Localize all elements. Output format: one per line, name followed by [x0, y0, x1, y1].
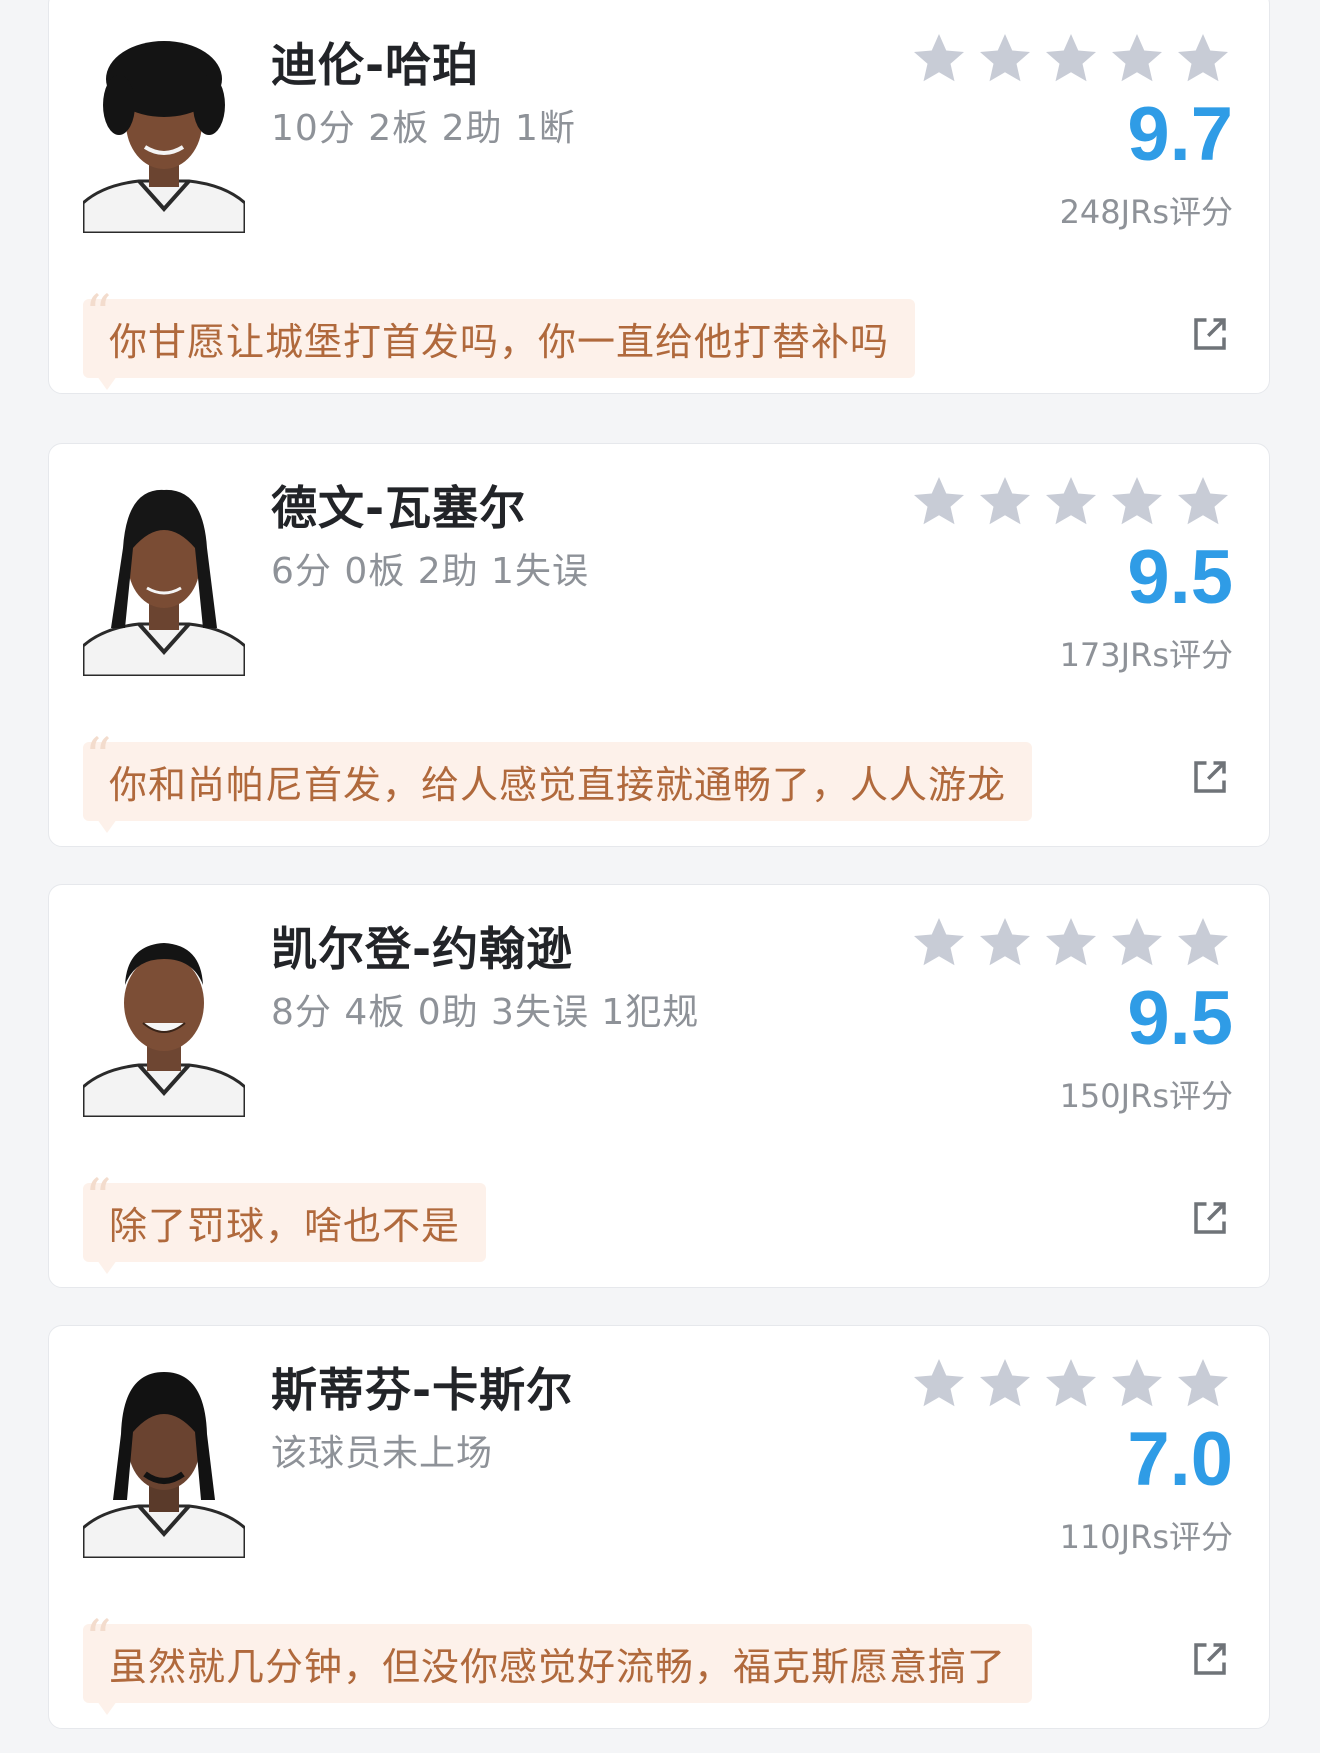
- player-score: 9.5: [1127, 976, 1233, 1061]
- rater-count: 110JRs评分: [1059, 1518, 1233, 1556]
- player-card[interactable]: 迪伦-哈珀 10分 2板 2助 1断 9.7 248JRs评分 “ 你甘愿让城堡…: [48, 0, 1270, 394]
- star-icon[interactable]: [1041, 1354, 1101, 1414]
- player-avatar: [83, 1360, 245, 1558]
- rater-count: 173JRs评分: [1059, 636, 1233, 674]
- star-icon[interactable]: [1107, 472, 1167, 532]
- player-ratings-page: 迪伦-哈珀 10分 2板 2助 1断 9.7 248JRs评分 “ 你甘愿让城堡…: [0, 0, 1320, 1753]
- player-score: 9.7: [1127, 92, 1233, 177]
- rater-count: 150JRs评分: [1059, 1077, 1233, 1115]
- player-card[interactable]: 德文-瓦塞尔 6分 0板 2助 1失误 9.5 173JRs评分 “ 你和尚帕尼…: [48, 443, 1270, 847]
- star-icon[interactable]: [1173, 1354, 1233, 1414]
- star-icon[interactable]: [1041, 913, 1101, 973]
- star-icon[interactable]: [1173, 472, 1233, 532]
- star-icon[interactable]: [909, 472, 969, 532]
- share-external-icon[interactable]: [1189, 756, 1231, 798]
- comment-text: 你和尚帕尼首发，给人感觉直接就通畅了，人人游龙: [109, 763, 1007, 807]
- share-external-icon[interactable]: [1189, 1638, 1231, 1680]
- top-comment[interactable]: “ 虽然就几分钟，但没你感觉好流畅，福克斯愿意搞了: [83, 1614, 1033, 1715]
- star-icon[interactable]: [1173, 913, 1233, 973]
- star-icon[interactable]: [909, 29, 969, 89]
- star-icon[interactable]: [1107, 29, 1167, 89]
- star-icon[interactable]: [975, 1354, 1035, 1414]
- star-icon[interactable]: [909, 913, 969, 973]
- player-avatar: [83, 478, 245, 676]
- player-stats: 8分 4板 0助 3失误 1犯规: [271, 992, 700, 1033]
- comment-text: 除了罚球，啥也不是: [109, 1204, 461, 1248]
- player-card[interactable]: 斯蒂芬-卡斯尔 该球员未上场 7.0 110JRs评分 “ 虽然就几分钟，但没你…: [48, 1325, 1270, 1729]
- comment-text: 你甘愿让城堡打首发吗，你一直给他打替补吗: [109, 320, 890, 364]
- star-rating[interactable]: [909, 913, 1233, 973]
- quote-mark-icon: “: [85, 285, 113, 345]
- star-icon[interactable]: [1107, 913, 1167, 973]
- player-stats: 6分 0板 2助 1失误: [271, 551, 589, 592]
- player-name: 德文-瓦塞尔: [271, 481, 527, 535]
- star-icon[interactable]: [1173, 29, 1233, 89]
- quote-mark-icon: “: [85, 1610, 113, 1670]
- player-name: 斯蒂芬-卡斯尔: [271, 1363, 574, 1417]
- star-rating[interactable]: [909, 29, 1233, 89]
- player-card[interactable]: 凯尔登-约翰逊 8分 4板 0助 3失误 1犯规 9.5 150JRs评分 “ …: [48, 884, 1270, 1288]
- player-stats: 该球员未上场: [271, 1433, 494, 1474]
- comment-text: 虽然就几分钟，但没你感觉好流畅，福克斯愿意搞了: [109, 1645, 1007, 1689]
- player-name: 迪伦-哈珀: [271, 38, 480, 92]
- share-external-icon[interactable]: [1189, 313, 1231, 355]
- top-comment[interactable]: “ 你甘愿让城堡打首发吗，你一直给他打替补吗: [83, 289, 916, 390]
- star-rating[interactable]: [909, 472, 1233, 532]
- player-stats: 10分 2板 2助 1断: [271, 108, 576, 149]
- star-icon[interactable]: [975, 472, 1035, 532]
- player-avatar: [83, 919, 245, 1117]
- star-icon[interactable]: [975, 29, 1035, 89]
- star-icon[interactable]: [1041, 29, 1101, 89]
- quote-mark-icon: “: [85, 728, 113, 788]
- share-external-icon[interactable]: [1189, 1197, 1231, 1239]
- top-comment[interactable]: “ 你和尚帕尼首发，给人感觉直接就通畅了，人人游龙: [83, 732, 1033, 833]
- star-icon[interactable]: [909, 1354, 969, 1414]
- star-icon[interactable]: [975, 913, 1035, 973]
- quote-mark-icon: “: [85, 1169, 113, 1229]
- player-avatar: [83, 35, 245, 233]
- player-name: 凯尔登-约翰逊: [271, 922, 574, 976]
- player-score: 7.0: [1127, 1417, 1233, 1502]
- player-score: 9.5: [1127, 535, 1233, 620]
- star-icon[interactable]: [1041, 472, 1101, 532]
- star-rating[interactable]: [909, 1354, 1233, 1414]
- star-icon[interactable]: [1107, 1354, 1167, 1414]
- rater-count: 248JRs评分: [1059, 193, 1233, 231]
- top-comment[interactable]: “ 除了罚球，啥也不是: [83, 1173, 487, 1274]
